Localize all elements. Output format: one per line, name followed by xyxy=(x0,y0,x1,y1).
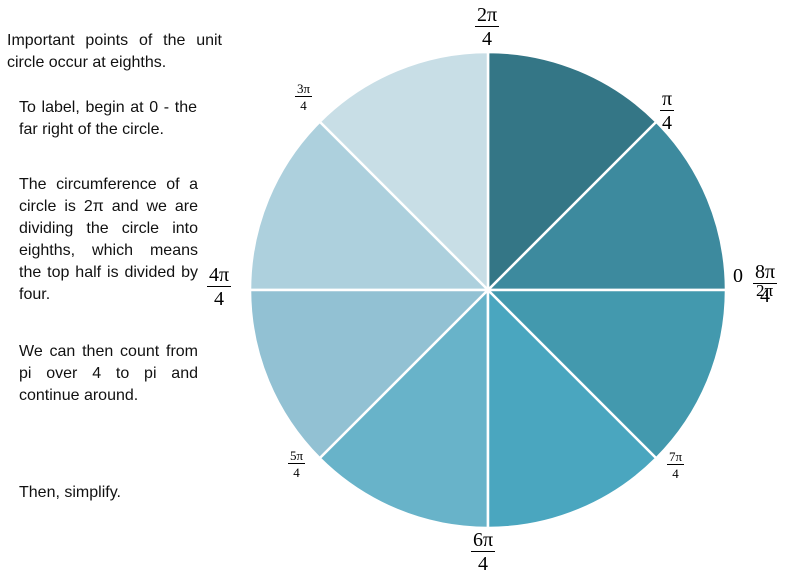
label-7pi-over-4: 7π 4 xyxy=(667,449,685,481)
label-6pi-over-4: 6π 4 xyxy=(471,529,496,575)
label-5pi-over-4: 5π 4 xyxy=(288,448,306,480)
label-pi-over-4: π4 xyxy=(660,88,675,134)
label-4pi-over-4: 4π 4 xyxy=(207,264,232,310)
label-2pi-overlap: 2π xyxy=(756,281,774,300)
label-3pi-over-4: 3π 4 xyxy=(295,81,313,113)
label-zero: 0 xyxy=(733,265,743,287)
label-2pi-over-4: 2π 4 xyxy=(475,4,500,50)
unit-circle xyxy=(248,50,728,530)
